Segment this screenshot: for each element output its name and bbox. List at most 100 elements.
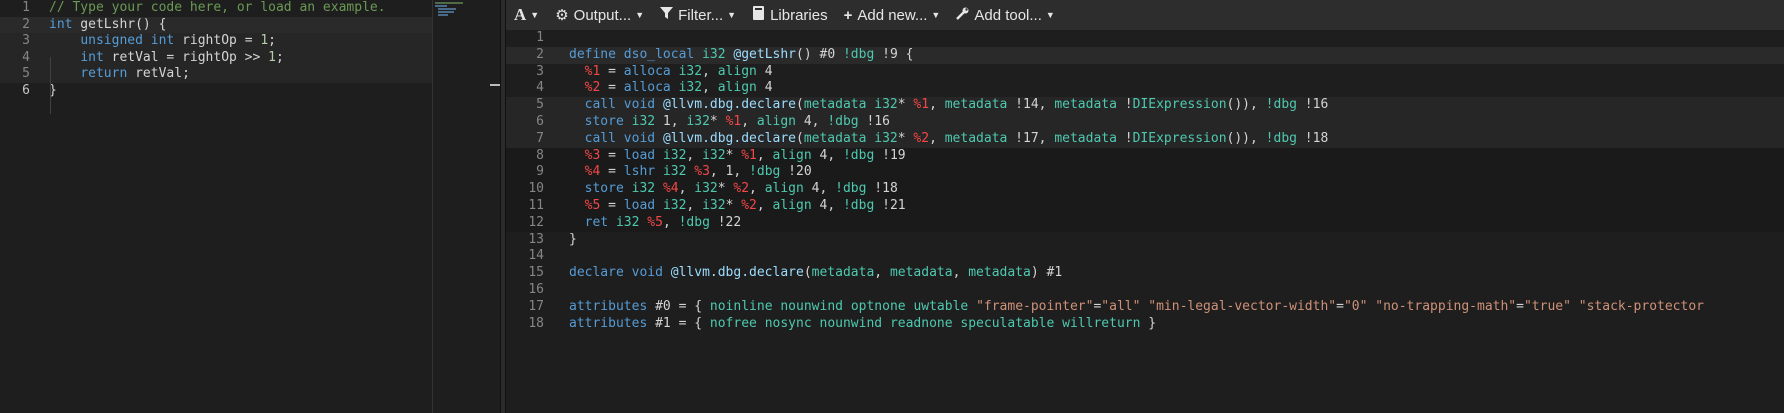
output-pane: A ▼ ⚙ Output... ▼ Filter... ▼ Libraries …: [506, 0, 1784, 413]
code-token: i32: [702, 46, 726, 62]
output-code-area[interactable]: 1 2 define dso_local i32 @getLshr() #0 !db…: [506, 30, 1784, 413]
code-token: !9 {: [874, 46, 914, 62]
code-token: align: [717, 63, 757, 79]
code-token: !dbg: [842, 46, 875, 62]
code-token: , 1,: [709, 164, 750, 180]
code-line[interactable]: 4 int retVal = rightOp >> 1;: [0, 49, 432, 67]
code-token: =: [1336, 298, 1344, 314]
font-size-button[interactable]: A ▼: [506, 0, 547, 30]
source-editor[interactable]: 1 // Type your code here, or load an exam…: [0, 0, 432, 413]
code-token: declare: [569, 265, 624, 281]
code-line[interactable]: 4 %2 = alloca i32, align 4: [506, 80, 1784, 97]
code-line[interactable]: 2 int getLshr() {: [0, 16, 432, 34]
code-token: () #0: [796, 46, 843, 62]
code-token: return: [80, 66, 128, 81]
code-token: store: [584, 114, 624, 129]
source-code-area[interactable]: 1 // Type your code here, or load an exam…: [0, 0, 432, 413]
code-line[interactable]: 8 %3 = load i32, i32* %1, align 4, !dbg …: [506, 147, 1784, 165]
minimap[interactable]: [432, 0, 501, 413]
code-line[interactable]: 15 declare void @llvm.dbg.declare(metadat…: [506, 265, 1784, 282]
code-token: %4: [662, 181, 679, 197]
code-token: DIExpression: [1132, 97, 1227, 113]
code-token: ()),: [1226, 130, 1266, 146]
code-line[interactable]: 17 attributes #0 = { noinline nounwind op…: [506, 299, 1784, 316]
code-line[interactable]: 5 return retVal;: [0, 66, 432, 83]
code-line[interactable]: 11 %5 = load i32, i32* %2, align 4, !dbg…: [506, 198, 1784, 215]
code-line[interactable]: 12 ret i32 %5, !dbg !22: [506, 214, 1784, 232]
code-token: getLshr() {: [72, 16, 167, 32]
filter-button[interactable]: Filter... ▼: [652, 0, 744, 30]
code-token: i32: [631, 181, 656, 197]
code-token: ;: [276, 49, 284, 65]
code-token: ;: [268, 33, 276, 48]
code-token: metadata: [968, 265, 1031, 281]
code-line[interactable]: 1 // Type your code here, or load an exam…: [0, 0, 432, 17]
code-token: ,: [702, 80, 718, 96]
code-line[interactable]: 7 call void @llvm.dbg.declare(metadata i…: [506, 130, 1784, 148]
code-line[interactable]: 6 store i32 1, i32* %1, align 4, !dbg !1…: [506, 114, 1784, 131]
code-line[interactable]: 18 attributes #1 = { nofree nosync nounwi…: [506, 316, 1784, 333]
caret-down-icon: ▼: [1045, 10, 1055, 20]
line-number: 1: [536, 30, 544, 45]
code-token: 4: [756, 80, 773, 96]
code-token: (: [796, 130, 804, 146]
add-tool-button[interactable]: Add tool... ▼: [948, 0, 1062, 30]
code-token: align: [772, 147, 812, 163]
code-text: int retVal = rightOp >> 1;: [49, 50, 284, 67]
line-number: 12: [528, 214, 544, 230]
code-text: call void @llvm.dbg.declare(metadata i32…: [569, 97, 1329, 114]
code-line[interactable]: 3 unsigned int rightOp = 1;: [0, 33, 432, 50]
code-token: align: [764, 181, 804, 197]
code-line[interactable]: 6}: [0, 83, 432, 100]
code-token: align: [772, 198, 812, 213]
code-token: !17,: [1007, 130, 1055, 146]
code-text: // Type your code here, or load an examp…: [49, 0, 386, 17]
code-token: 1: [268, 49, 276, 65]
code-token: noinline: [709, 298, 773, 314]
code-text: attributes #1 = { nofree nosync nounwind…: [569, 316, 1156, 333]
code-line[interactable]: 1: [506, 30, 1784, 47]
code-line[interactable]: 10 store i32 %4, i32* %2, align 4, !dbg …: [506, 181, 1784, 198]
code-line[interactable]: 2 define dso_local i32 @getLshr() #0 !dbg…: [506, 46, 1784, 64]
code-token: call: [584, 130, 616, 146]
code-token: %2: [741, 198, 757, 213]
code-line[interactable]: 13}: [506, 232, 1784, 249]
code-token: ,: [702, 63, 718, 79]
code-token: !19: [874, 147, 906, 163]
code-token: %5: [584, 198, 601, 213]
add-new-button[interactable]: + Add new... ▼: [836, 0, 949, 30]
code-token: int: [150, 33, 175, 48]
code-token: attributes: [569, 315, 648, 331]
line-number: 1: [22, 0, 30, 15]
code-text: int getLshr() {: [49, 17, 166, 34]
code-token: i32: [702, 147, 726, 163]
line-number: 2: [536, 46, 544, 62]
output-button[interactable]: ⚙ Output... ▼: [547, 0, 652, 30]
code-line[interactable]: 3 %1 = alloca i32, align 4: [506, 64, 1784, 81]
line-number: 6: [22, 82, 30, 98]
code-line[interactable]: 14: [506, 248, 1784, 265]
code-line[interactable]: 9 %4 = lshr i32 %3, 1, !dbg !20: [506, 164, 1784, 182]
libraries-button[interactable]: Libraries: [744, 0, 836, 30]
code-text: ret i32 %5, !dbg !22: [569, 215, 742, 232]
code-token: 1,: [655, 114, 687, 129]
code-token: (: [796, 97, 804, 113]
code-token: 4,: [803, 181, 836, 197]
code-token: speculatable: [960, 315, 1055, 331]
code-token: i32: [874, 130, 898, 146]
code-token: nounwind: [780, 298, 843, 314]
code-line[interactable]: 5 call void @llvm.dbg.declare(metadata i…: [506, 97, 1784, 114]
code-line[interactable]: 16: [506, 282, 1784, 299]
code-token: %4: [584, 164, 601, 180]
